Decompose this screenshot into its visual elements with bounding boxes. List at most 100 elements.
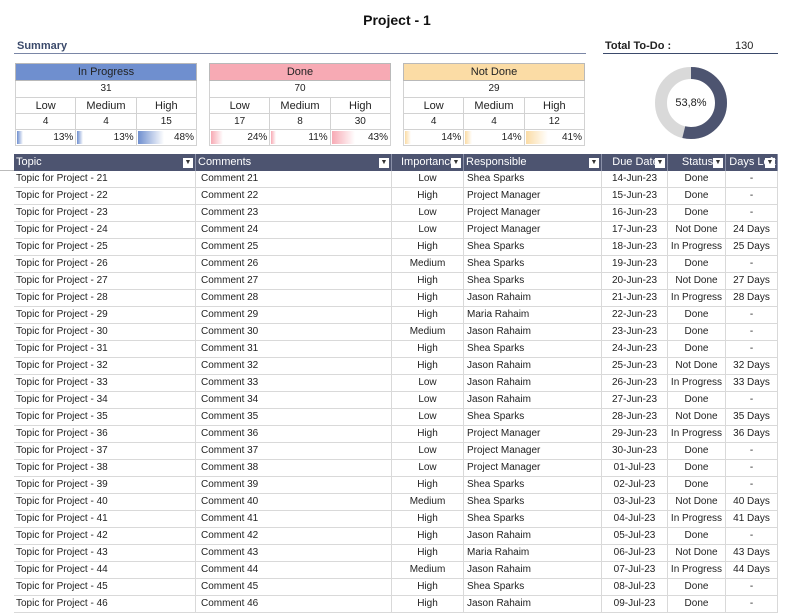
cell-comments: Comment 43: [196, 545, 392, 561]
cell-comments: Comment 45: [196, 579, 392, 595]
cell-status: In Progress: [668, 426, 726, 442]
cell-importance: High: [392, 358, 464, 374]
cell-due-date: 28-Jun-23: [602, 409, 668, 425]
percent-data-bar: [331, 131, 356, 144]
filter-dropdown-icon[interactable]: ▼: [713, 158, 723, 168]
importance-levels-row: Low Medium High: [15, 98, 197, 114]
table-row: Topic for Project - 34 Comment 34 Low Jason…: [14, 392, 778, 409]
summary-box-in-progress: In Progress 31 Low Medium High 4 4 15 13% 13% 48%: [15, 63, 197, 146]
cell-due-date: 06-Jul-23: [602, 545, 668, 561]
table-row: Topic for Project - 29 Comment 29 High Mari…: [14, 307, 778, 324]
table-body: Topic for Project - 21 Comment 21 Low Shea …: [14, 171, 778, 613]
cell-topic: Topic for Project - 37: [14, 443, 196, 459]
cell-responsible: Jason Rahaim: [464, 528, 602, 544]
cell-responsible: Project Manager: [464, 460, 602, 476]
cell-days-left: -: [726, 307, 778, 323]
cell-importance: Low: [392, 222, 464, 238]
table-row: Topic for Project - 25 Comment 25 High Shea…: [14, 239, 778, 256]
column-header-due-date: Due Date ▼: [602, 154, 668, 171]
cell-days-left: 36 Days: [726, 426, 778, 442]
cell-topic: Topic for Project - 32: [14, 358, 196, 374]
cell-importance: High: [392, 545, 464, 561]
cell-responsible: Shea Sparks: [464, 494, 602, 510]
cell-comments: Comment 38: [196, 460, 392, 476]
cell-comments: Comment 32: [196, 358, 392, 374]
importance-percent-cell: 24%: [210, 130, 271, 146]
importance-percent-row: 14% 14% 41%: [403, 130, 585, 146]
cell-due-date: 30-Jun-23: [602, 443, 668, 459]
cell-comments: Comment 34: [196, 392, 392, 408]
percent-data-bar: [211, 131, 224, 144]
cell-status: Done: [668, 443, 726, 459]
cell-due-date: 19-Jun-23: [602, 256, 668, 272]
cell-importance: High: [392, 511, 464, 527]
importance-percent-cell: 13%: [76, 130, 137, 146]
percent-value: 13%: [53, 132, 74, 143]
cell-responsible: Jason Rahaim: [464, 375, 602, 391]
importance-level-label: High: [330, 98, 391, 114]
importance-percent-row: 13% 13% 48%: [15, 130, 197, 146]
cell-importance: Low: [392, 375, 464, 391]
cell-importance: High: [392, 188, 464, 204]
table-row: Topic for Project - 32 Comment 32 High Jaso…: [14, 358, 778, 375]
importance-count: 12: [524, 114, 585, 130]
completion-percent-label: 53,8%: [675, 97, 707, 109]
cell-topic: Topic for Project - 39: [14, 477, 196, 493]
table-row: Topic for Project - 21 Comment 21 Low Shea …: [14, 171, 778, 188]
cell-days-left: 40 Days: [726, 494, 778, 510]
cell-status: In Progress: [668, 562, 726, 578]
cell-responsible: Jason Rahaim: [464, 596, 602, 612]
cell-status: Not Done: [668, 545, 726, 561]
column-header-importance: Importance ▼: [392, 154, 464, 171]
cell-days-left: -: [726, 205, 778, 221]
filter-dropdown-icon[interactable]: ▼: [589, 158, 599, 168]
cell-responsible: Project Manager: [464, 426, 602, 442]
table-header-row: Topic ▼ Comments ▼ Importance ▼ Responsible ▼ Du…: [14, 154, 778, 171]
cell-days-left: 35 Days: [726, 409, 778, 425]
cell-comments: Comment 23: [196, 205, 392, 221]
row-edge-divider: [0, 170, 14, 171]
cell-days-left: -: [726, 579, 778, 595]
total-todo-label: Total To-Do :: [605, 40, 672, 52]
cell-due-date: 07-Jul-23: [602, 562, 668, 578]
importance-percent-cell: 13%: [16, 130, 77, 146]
summary-box-header: Not Done: [403, 63, 585, 81]
importance-level-label: High: [524, 98, 585, 114]
importance-count: 4: [16, 114, 77, 130]
cell-due-date: 15-Jun-23: [602, 188, 668, 204]
filter-dropdown-icon[interactable]: ▼: [765, 158, 775, 168]
cell-status: Done: [668, 392, 726, 408]
filter-dropdown-icon[interactable]: ▼: [655, 158, 665, 168]
column-header-label: Status: [681, 156, 714, 168]
filter-dropdown-icon[interactable]: ▼: [183, 158, 193, 168]
cell-days-left: -: [726, 188, 778, 204]
cell-topic: Topic for Project - 40: [14, 494, 196, 510]
cell-topic: Topic for Project - 31: [14, 341, 196, 357]
importance-count: 17: [210, 114, 271, 130]
cell-importance: High: [392, 528, 464, 544]
importance-count: 8: [270, 114, 331, 130]
cell-topic: Topic for Project - 28: [14, 290, 196, 306]
percent-value: 14%: [441, 132, 462, 143]
table-row: Topic for Project - 24 Comment 24 Low Proje…: [14, 222, 778, 239]
cell-importance: High: [392, 477, 464, 493]
cell-responsible: Shea Sparks: [464, 273, 602, 289]
cell-days-left: 25 Days: [726, 239, 778, 255]
cell-status: Not Done: [668, 409, 726, 425]
cell-comments: Comment 22: [196, 188, 392, 204]
summary-box-total: 29: [403, 81, 585, 98]
cell-importance: High: [392, 426, 464, 442]
percent-data-bar: [77, 131, 84, 144]
cell-comments: Comment 30: [196, 324, 392, 340]
table-row: Topic for Project - 45 Comment 45 High Shea…: [14, 579, 778, 596]
cell-due-date: 22-Jun-23: [602, 307, 668, 323]
cell-importance: Low: [392, 409, 464, 425]
cell-days-left: 32 Days: [726, 358, 778, 374]
cell-topic: Topic for Project - 42: [14, 528, 196, 544]
cell-days-left: 43 Days: [726, 545, 778, 561]
filter-dropdown-icon[interactable]: ▼: [379, 158, 389, 168]
cell-importance: Low: [392, 205, 464, 221]
cell-days-left: -: [726, 477, 778, 493]
cell-topic: Topic for Project - 45: [14, 579, 196, 595]
filter-dropdown-icon[interactable]: ▼: [451, 158, 461, 168]
